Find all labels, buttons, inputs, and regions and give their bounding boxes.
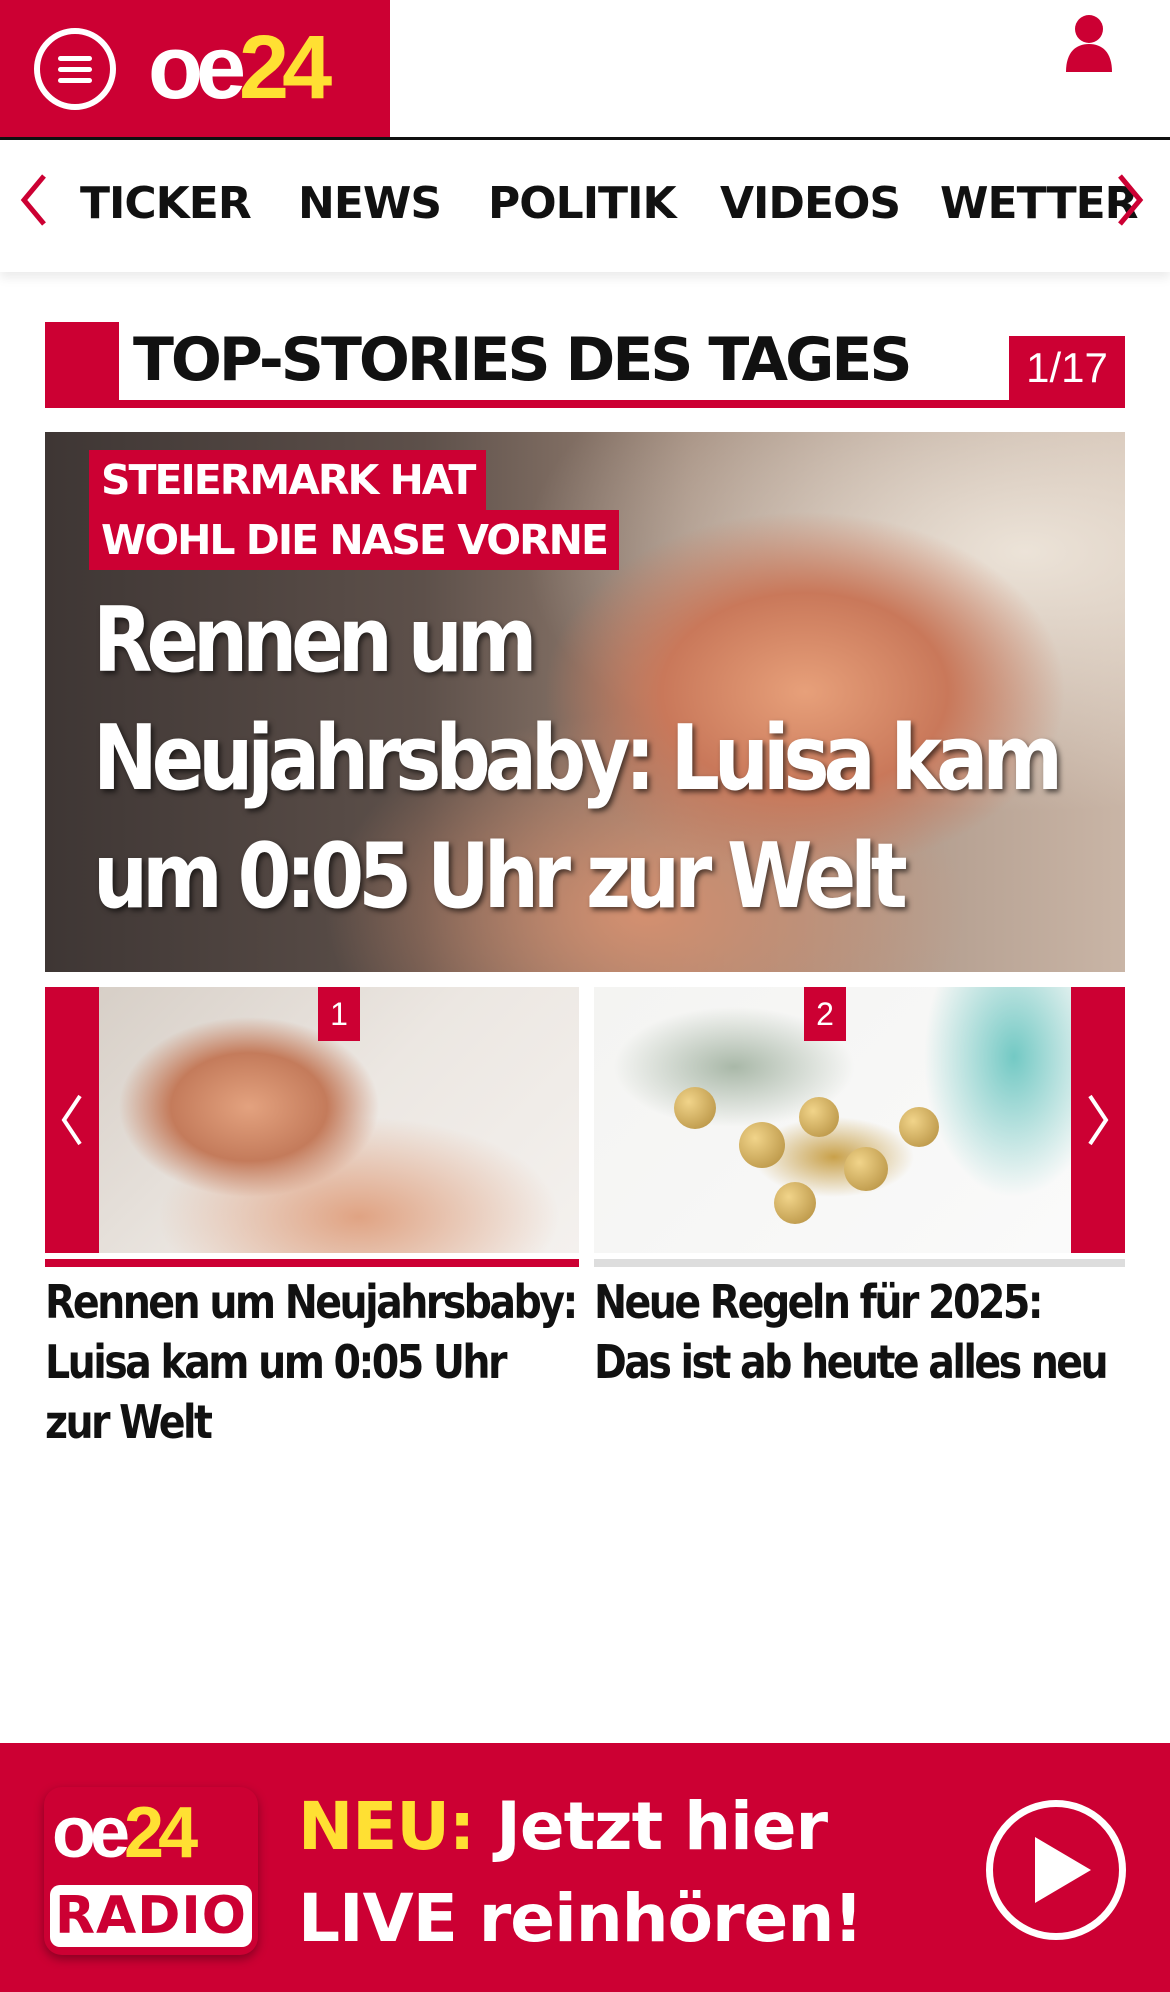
nav-item-ticker[interactable]: TICKER bbox=[80, 178, 252, 230]
radio-logo: oe24 RADIO bbox=[44, 1787, 258, 1955]
carousel-active-indicator bbox=[45, 1259, 579, 1267]
kicker-line: STEIERMARK HAT bbox=[89, 450, 487, 510]
play-icon bbox=[1035, 1837, 1091, 1903]
menu-icon-line bbox=[58, 56, 92, 61]
user-icon[interactable] bbox=[1064, 12, 1114, 72]
hero-story[interactable]: STEIERMARK HAT WOHL DIE NASE VORNE Renne… bbox=[45, 432, 1125, 972]
radio-banner[interactable]: oe24 RADIO NEU: Jetzt hier LIVE reinhöre… bbox=[0, 1743, 1170, 1992]
section-underline bbox=[45, 400, 1125, 408]
thumb-number-badge: 2 bbox=[804, 987, 846, 1041]
section-header: TOP-STORIES DES TAGES 1/17 bbox=[45, 322, 1125, 408]
chevron-left-icon bbox=[61, 1094, 82, 1146]
coin-image bbox=[739, 1122, 785, 1168]
menu-icon-line bbox=[58, 78, 92, 83]
play-button[interactable] bbox=[986, 1800, 1126, 1940]
carousel-thumb-1[interactable]: 1 bbox=[99, 987, 579, 1253]
coin-image bbox=[799, 1097, 839, 1137]
site-header: oe24 bbox=[0, 0, 1170, 140]
logo-oe: oe bbox=[148, 18, 246, 118]
radio-logo-24: 24 bbox=[124, 1793, 198, 1873]
coin-image bbox=[844, 1147, 888, 1191]
category-nav: TICKER NEWS POLITIK VIDEOS WETTER bbox=[0, 140, 1170, 272]
chevron-right-icon bbox=[1088, 1094, 1109, 1146]
kicker-line: WOHL DIE NASE VORNE bbox=[89, 510, 619, 570]
section-title: TOP-STORIES DES TAGES bbox=[133, 325, 913, 395]
radio-promo-line-1: NEU: Jetzt hier bbox=[298, 1781, 862, 1873]
carousel-next-button[interactable] bbox=[1071, 987, 1125, 1253]
radio-logo-oe: oe bbox=[52, 1793, 130, 1873]
hero-headline: Rennen um Neujahrsbaby: Luisa kam um 0:0… bbox=[93, 588, 1063, 929]
radio-logo-label: RADIO bbox=[50, 1885, 252, 1947]
logo-24: 24 bbox=[239, 18, 332, 118]
teaser-title-1[interactable]: Rennen um Neujahrsbaby: Luisa kam um 0:0… bbox=[45, 1272, 578, 1452]
chevron-right-icon[interactable] bbox=[1110, 170, 1150, 230]
section-accent bbox=[45, 322, 119, 408]
nav-item-politik[interactable]: POLITIK bbox=[488, 178, 677, 230]
story-carousel: 1 2 bbox=[45, 987, 1125, 1267]
nav-item-wetter[interactable]: WETTER bbox=[940, 178, 1139, 230]
carousel-prev-button[interactable] bbox=[45, 987, 99, 1253]
nav-item-news[interactable]: NEWS bbox=[298, 178, 442, 230]
thumb-number-badge: 1 bbox=[318, 987, 360, 1041]
menu-button[interactable] bbox=[34, 28, 116, 110]
carousel-thumb-2[interactable]: 2 bbox=[594, 987, 1071, 1253]
brand-box: oe24 bbox=[0, 0, 390, 137]
menu-icon-line bbox=[58, 67, 92, 72]
chevron-left-icon[interactable] bbox=[14, 170, 54, 230]
page-counter: 1/17 bbox=[1009, 336, 1125, 400]
radio-new-label: NEU: bbox=[298, 1788, 475, 1865]
radio-logo-mark: oe24 bbox=[52, 1791, 198, 1875]
radio-promo-line-1-rest: Jetzt hier bbox=[474, 1788, 828, 1865]
coin-image bbox=[899, 1107, 939, 1147]
coin-image bbox=[774, 1182, 816, 1224]
teaser-title-2[interactable]: Neue Regeln für 2025: Das ist ab heute a… bbox=[594, 1272, 1127, 1392]
carousel-inactive-indicator bbox=[594, 1259, 1125, 1267]
hero-kicker: STEIERMARK HAT WOHL DIE NASE VORNE bbox=[89, 450, 619, 570]
radio-promo-line-2: LIVE reinhören! bbox=[298, 1880, 863, 1957]
site-logo[interactable]: oe24 bbox=[148, 18, 332, 118]
radio-promo-text: NEU: Jetzt hier LIVE reinhören! bbox=[298, 1781, 863, 1965]
coin-image bbox=[674, 1087, 716, 1129]
nav-item-videos[interactable]: VIDEOS bbox=[720, 178, 901, 230]
